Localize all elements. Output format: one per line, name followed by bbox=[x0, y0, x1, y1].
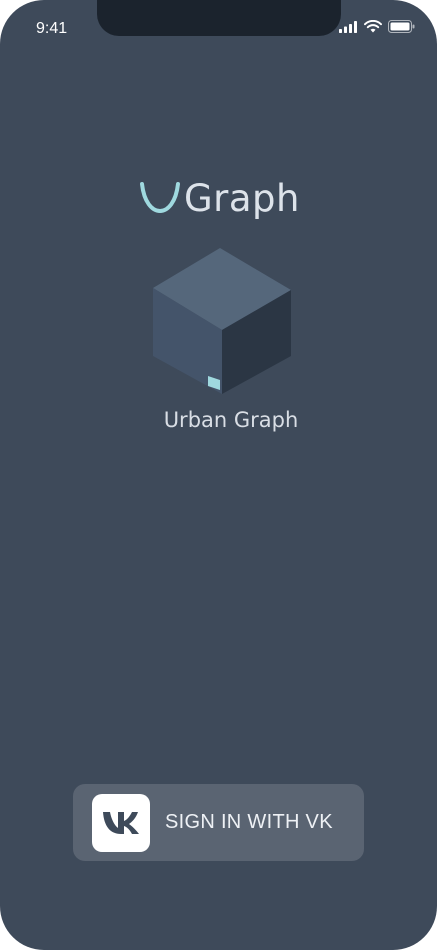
battery-icon bbox=[388, 20, 415, 33]
sign-in-label: SIGN IN WITH VK bbox=[165, 811, 333, 833]
app-caption: Urban Graph bbox=[163, 408, 299, 432]
logo-text: Graph bbox=[184, 177, 300, 220]
app-screen: 9:41 Graph Urban Graph SIGN IN WITH VK bbox=[0, 0, 437, 950]
app-logo: Graph bbox=[138, 176, 300, 222]
status-icons bbox=[339, 20, 415, 33]
status-time: 9:41 bbox=[36, 20, 68, 37]
cellular-signal-icon bbox=[339, 20, 357, 33]
device-notch bbox=[97, 0, 341, 36]
wifi-icon bbox=[364, 20, 382, 33]
sign-in-with-vk-button[interactable]: SIGN IN WITH VK bbox=[73, 784, 364, 861]
cube-icon bbox=[153, 248, 291, 394]
vk-logo-icon bbox=[92, 793, 150, 852]
u-arc-logo-icon bbox=[140, 182, 180, 214]
